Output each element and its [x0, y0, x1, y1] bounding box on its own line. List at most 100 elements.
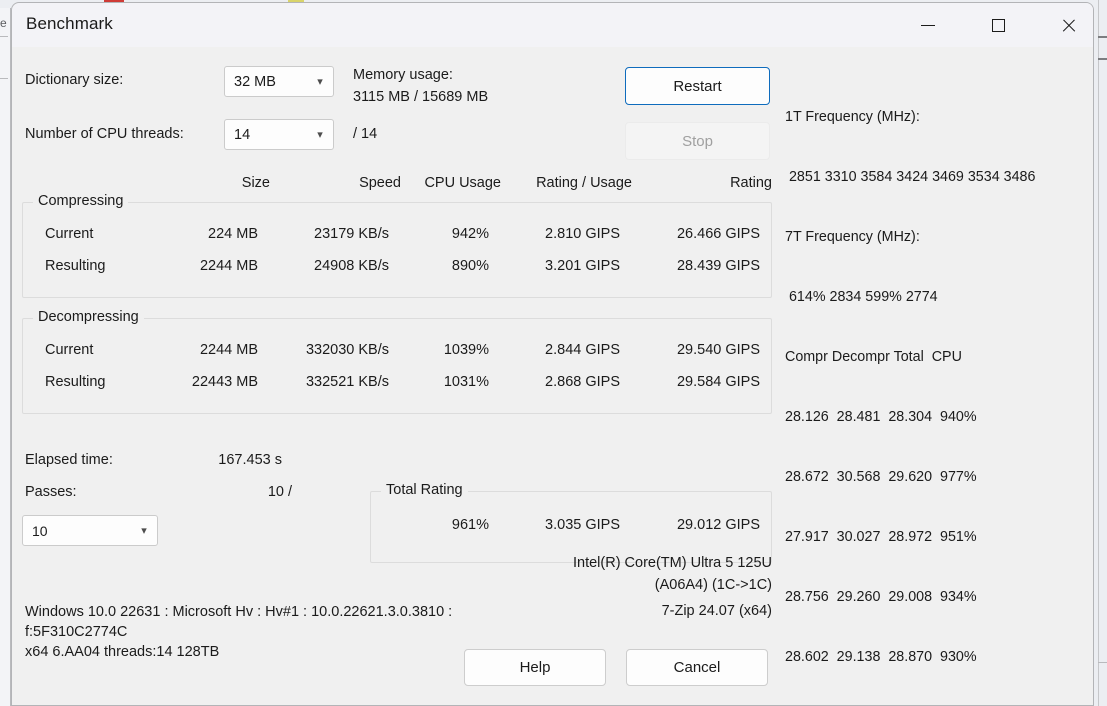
cpu-threads-value: 14 — [234, 126, 251, 143]
cpu-threads-label: Number of CPU threads: — [25, 126, 184, 142]
dictionary-size-value: 32 MB — [234, 73, 276, 90]
log-freq7t-label: 7T Frequency (MHz): — [785, 229, 920, 245]
memory-usage-value: 3115 MB / 15689 MB — [353, 89, 489, 105]
cell-rating: 29.584 GIPS — [676, 374, 760, 390]
background-right-panel — [1098, 0, 1107, 706]
restart-button[interactable]: Restart — [625, 67, 770, 105]
cancel-button-label: Cancel — [673, 659, 721, 676]
table-row: Current 2244 MB 332030 KB/s 1039% 2.844 … — [23, 342, 760, 364]
stop-button-label: Stop — [682, 132, 713, 150]
help-button[interactable]: Help — [464, 649, 606, 686]
maximize-button[interactable] — [975, 3, 1021, 47]
cell-rating: 29.540 GIPS — [676, 342, 760, 358]
benchmark-log-panel: 1T Frequency (MHz): 2851 3310 3584 3424 … — [785, 67, 1085, 705]
background-right-divider-c — [1098, 662, 1107, 663]
decompressing-group-title: Decompressing — [33, 309, 144, 325]
os-arch-line: x64 6.AA04 threads:14 128TB — [25, 644, 220, 660]
log-row: 28.756 29.260 29.008 934% — [785, 589, 977, 605]
memory-usage-label: Memory usage: — [353, 67, 453, 83]
cell-cpu-usage: 1039% — [443, 342, 489, 358]
header-size: Size — [241, 175, 270, 191]
elapsed-time-value: 167.453 s — [218, 452, 282, 468]
os-build-line: f:5F310C2774C — [25, 624, 128, 640]
background-right-divider-a — [1098, 36, 1107, 38]
background-divider-top — [0, 36, 8, 37]
results-table-header: Size Speed CPU Usage Rating / Usage Rati… — [22, 175, 772, 199]
log-freq1t-label: 1T Frequency (MHz): — [785, 109, 920, 125]
chevron-down-icon: ▾ — [141, 525, 147, 537]
elapsed-time-label: Elapsed time: — [25, 452, 113, 468]
minimize-button[interactable] — [905, 3, 951, 47]
cpu-threads-select[interactable]: 14 ▾ — [224, 119, 334, 150]
cell-size: 2244 MB — [199, 342, 258, 358]
background-left-panel — [0, 8, 11, 706]
table-row: Resulting 2244 MB 24908 KB/s 890% 3.201 … — [23, 258, 760, 280]
total-rating-usage: 3.035 GIPS — [545, 517, 620, 533]
header-cpu-usage: CPU Usage — [424, 175, 501, 191]
stop-button[interactable]: Stop — [625, 122, 770, 160]
background-edge-glyph: e — [0, 16, 7, 30]
dialog-client-area: Dictionary size: 32 MB ▾ Memory usage: 3… — [12, 47, 1093, 705]
cell-rating-usage: 2.844 GIPS — [545, 342, 620, 358]
cancel-button[interactable]: Cancel — [626, 649, 768, 686]
restart-button-label: Restart — [673, 77, 722, 95]
window-title: Benchmark — [26, 14, 113, 33]
log-row: 28.126 28.481 28.304 940% — [785, 409, 977, 425]
cell-cpu-usage: 942% — [451, 226, 489, 242]
compressing-group: Compressing Current 224 MB 23179 KB/s 94… — [22, 193, 772, 298]
os-version-line: Windows 10.0 22631 : Microsoft Hv : Hv#1… — [25, 604, 453, 620]
row-label: Resulting — [45, 258, 106, 274]
cell-rating: 28.439 GIPS — [676, 258, 760, 274]
cell-speed: 332521 KB/s — [305, 374, 389, 390]
passes-value: 10 / — [267, 484, 292, 500]
passes-label: Passes: — [25, 484, 77, 500]
cell-size: 22443 MB — [191, 374, 258, 390]
cpu-name: Intel(R) Core(TM) Ultra 5 125U — [572, 555, 772, 571]
maximize-icon — [991, 18, 1005, 32]
system-info: Windows 10.0 22631 : Microsoft Hv : Hv#1… — [25, 602, 485, 662]
close-icon — [1061, 18, 1076, 33]
log-row: 28.672 30.568 29.620 977% — [785, 469, 977, 485]
compressing-group-title: Compressing — [33, 193, 129, 209]
close-button[interactable] — [1045, 3, 1091, 47]
cpu-info: Intel(R) Core(TM) Ultra 5 125U (A06A4) (… — [512, 552, 772, 596]
cell-speed: 23179 KB/s — [314, 226, 389, 242]
log-row: 28.602 29.138 28.870 930% — [785, 649, 977, 665]
total-rating: 29.012 GIPS — [676, 517, 760, 533]
cell-speed: 332030 KB/s — [305, 342, 389, 358]
table-row: Resulting 22443 MB 332521 KB/s 1031% 2.8… — [23, 374, 760, 396]
row-label: Current — [45, 226, 94, 242]
cell-rating-usage: 2.868 GIPS — [545, 374, 620, 390]
chevron-down-icon: ▾ — [317, 76, 323, 88]
header-speed: Speed — [359, 175, 401, 191]
header-rating-usage: Rating / Usage — [536, 175, 632, 191]
cell-speed: 24908 KB/s — [314, 258, 389, 274]
background-divider-second — [0, 78, 8, 79]
dictionary-size-label: Dictionary size: — [25, 72, 124, 88]
table-row: Current 224 MB 23179 KB/s 942% 2.810 GIP… — [23, 226, 760, 248]
chevron-down-icon: ▾ — [317, 129, 323, 141]
log-freq7t-values: 614% 2834 599% 2774 — [785, 289, 938, 305]
passes-select-value: 10 — [32, 522, 48, 539]
cell-size: 224 MB — [208, 226, 258, 242]
cell-rating-usage: 2.810 GIPS — [545, 226, 620, 242]
cell-rating-usage: 3.201 GIPS — [545, 258, 620, 274]
log-column-header: Compr Decompr Total CPU — [785, 349, 962, 365]
background-right-divider-b — [1098, 58, 1107, 60]
log-freq1t-values: 2851 3310 3584 3424 3469 3534 3486 — [785, 169, 1036, 185]
help-button-label: Help — [519, 659, 551, 676]
header-rating: Rating — [730, 175, 772, 191]
cell-cpu-usage: 1031% — [443, 374, 489, 390]
cell-cpu-usage: 890% — [451, 258, 489, 274]
minimize-icon — [921, 24, 935, 26]
row-label: Resulting — [45, 374, 106, 390]
log-row: 27.917 30.027 28.972 951% — [785, 529, 977, 545]
cell-rating: 26.466 GIPS — [676, 226, 760, 242]
title-bar: Benchmark — [12, 3, 1093, 47]
dictionary-size-select[interactable]: 32 MB ▾ — [224, 66, 334, 97]
total-cpu-usage: 961% — [451, 517, 489, 533]
row-label: Current — [45, 342, 94, 358]
decompressing-group: Decompressing Current 2244 MB 332030 KB/… — [22, 309, 772, 414]
passes-select[interactable]: 10 ▾ — [22, 515, 158, 546]
cpu-threads-max: / 14 — [353, 126, 378, 142]
